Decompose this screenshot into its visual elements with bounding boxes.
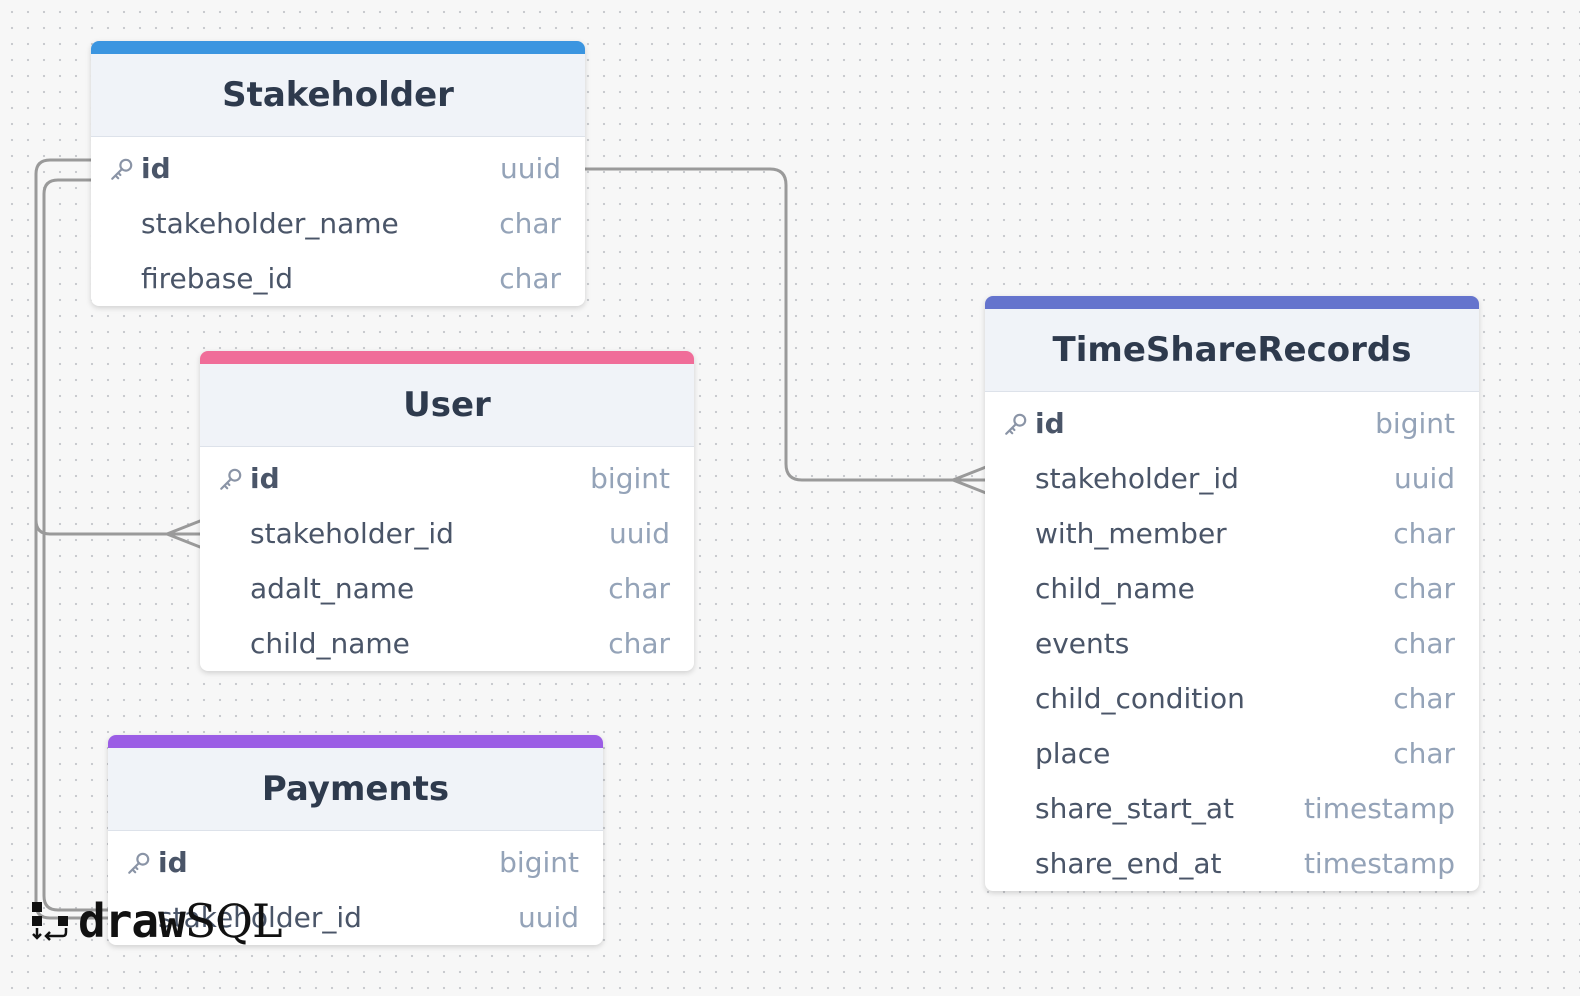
column-row-stakeholder-name[interactable]: stakeholder_name char [91, 196, 585, 251]
column-name: with_member [1035, 517, 1227, 550]
column-row-with-member[interactable]: with_member char [985, 506, 1479, 561]
column-type: bigint [1375, 407, 1455, 440]
column-name: child_name [1035, 572, 1195, 605]
drawsql-logo-icon [32, 902, 68, 941]
column-type: bigint [590, 462, 670, 495]
table-stakeholder[interactable]: Stakeholder id uuid stakeholder_name char fir… [91, 41, 585, 306]
column-row-firebase-id[interactable]: firebase_id char [91, 251, 585, 306]
table-color-bar [108, 735, 603, 748]
column-type: char [1393, 737, 1455, 770]
primary-key-icon [218, 466, 244, 492]
column-type: uuid [608, 517, 670, 550]
column-type: timestamp [1303, 847, 1455, 880]
column-row-events[interactable]: events char [985, 616, 1479, 671]
column-list: id bigint stakeholder_id uuid adalt_name char… [200, 447, 694, 671]
column-name: child_name [250, 627, 410, 660]
column-name: adalt_name [250, 572, 415, 605]
column-name: share_end_at [1035, 847, 1222, 880]
column-name: id [141, 152, 171, 185]
table-color-bar [200, 351, 694, 364]
table-title-payments[interactable]: Payments [108, 748, 603, 831]
column-type: bigint [499, 846, 579, 879]
column-row-id[interactable]: id uuid [91, 141, 585, 196]
column-name: events [1035, 627, 1130, 660]
column-name: stakeholder_id [250, 517, 454, 550]
column-type: char [1393, 682, 1455, 715]
column-type: char [1393, 572, 1455, 605]
column-name: id [250, 462, 280, 495]
table-title-timesharerecords[interactable]: TimeShareRecords [985, 309, 1479, 392]
drawsql-logo: drawSQL [30, 898, 283, 944]
table-color-bar [985, 296, 1479, 309]
primary-key-icon [109, 156, 135, 182]
table-title-user[interactable]: User [200, 364, 694, 447]
column-type: uuid [499, 152, 561, 185]
logo-word-light: SQL [184, 894, 283, 948]
column-type: char [608, 572, 670, 605]
column-row-id[interactable]: id bigint [200, 451, 694, 506]
column-row-place[interactable]: place char [985, 726, 1479, 781]
column-name: stakeholder_name [141, 207, 399, 240]
column-row-stakeholder-id[interactable]: stakeholder_id uuid [200, 506, 694, 561]
column-type: uuid [517, 901, 579, 934]
column-row-share-start-at[interactable]: share_start_at timestamp [985, 781, 1479, 836]
column-type: char [1393, 627, 1455, 660]
column-type: uuid [1393, 462, 1455, 495]
primary-key-icon [1003, 411, 1029, 437]
column-name: id [1035, 407, 1065, 440]
table-user[interactable]: User id bigint stakeholder_id uuid adalt_name… [200, 351, 694, 671]
column-row-child-condition[interactable]: child_condition char [985, 671, 1479, 726]
column-type: timestamp [1303, 792, 1455, 825]
column-row-stakeholder-id[interactable]: stakeholder_id uuid [985, 451, 1479, 506]
table-title-stakeholder[interactable]: Stakeholder [91, 54, 585, 137]
column-type: char [499, 262, 561, 295]
column-row-share-end-at[interactable]: share_end_at timestamp [985, 836, 1479, 891]
column-type: char [499, 207, 561, 240]
column-row-child-name[interactable]: child_name char [200, 616, 694, 671]
table-timesharerecords[interactable]: TimeShareRecords id bigint stakeholder_id uu… [985, 296, 1479, 891]
column-name: place [1035, 737, 1111, 770]
column-name: id [158, 846, 188, 879]
column-type: char [1393, 517, 1455, 550]
column-name: child_condition [1035, 682, 1245, 715]
column-name: firebase_id [141, 262, 294, 295]
column-row-id[interactable]: id bigint [108, 835, 603, 890]
column-type: char [608, 627, 670, 660]
column-row-child-name[interactable]: child_name char [985, 561, 1479, 616]
column-list: id uuid stakeholder_name char firebase_id cha… [91, 137, 585, 306]
column-row-adalt-name[interactable]: adalt_name char [200, 561, 694, 616]
column-name: share_start_at [1035, 792, 1234, 825]
column-name: stakeholder_id [1035, 462, 1239, 495]
relation-stakeholder-payments-left [34, 518, 110, 920]
column-row-id[interactable]: id bigint [985, 396, 1479, 451]
table-color-bar [91, 41, 585, 54]
primary-key-icon [126, 850, 152, 876]
logo-word-bold: draw [78, 894, 186, 948]
column-list: id bigint stakeholder_id uuid with_member cha… [985, 392, 1479, 891]
